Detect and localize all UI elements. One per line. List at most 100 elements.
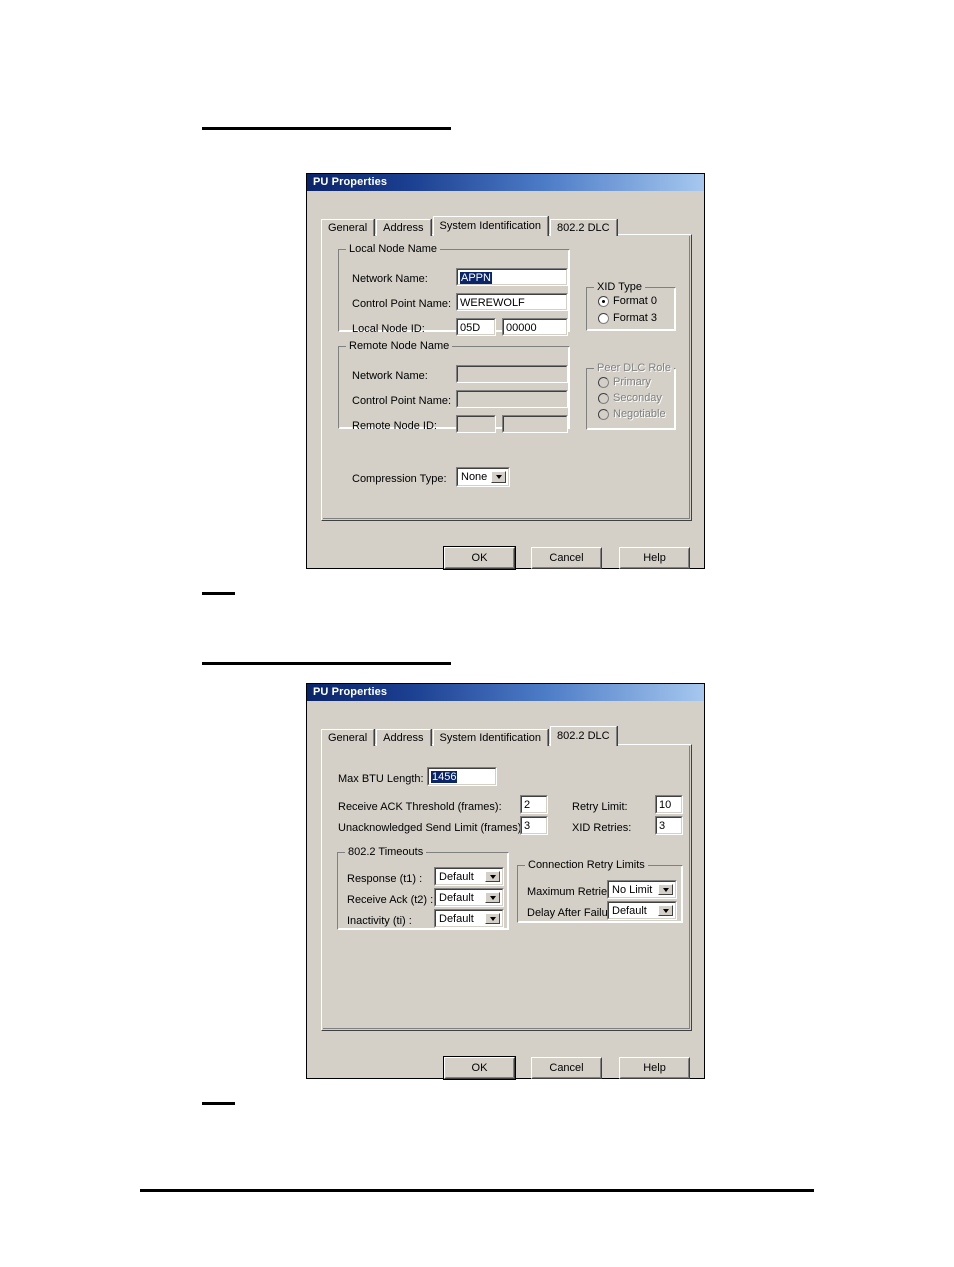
tabstrip: General Address System Identification 80… bbox=[321, 726, 619, 746]
titlebar: PU Properties bbox=[307, 684, 704, 701]
select-compression-type-value: None bbox=[461, 471, 488, 483]
select-maximum-retries-value: No Limit bbox=[612, 883, 653, 896]
page-rule-footer bbox=[140, 1189, 814, 1192]
tab-page-802-2-dlc: Max BTU Length: 1456 Receive ACK Thresho… bbox=[321, 744, 692, 1031]
radio-xid-format-0-label: Format 0 bbox=[613, 295, 658, 307]
pu-properties-dialog-system-identification: PU Properties General Address System Ide… bbox=[306, 173, 705, 570]
radio-xid-format-3[interactable]: Format 3 bbox=[598, 312, 657, 324]
cancel-button-label: Cancel bbox=[532, 1058, 601, 1078]
input-retry-limit[interactable]: 10 bbox=[655, 795, 683, 814]
help-button-label: Help bbox=[620, 548, 689, 568]
label-inactivity-ti: Inactivity (ti) : bbox=[347, 915, 412, 927]
input-receive-ack-threshold[interactable]: 2 bbox=[520, 795, 548, 814]
input-unacknowledged-send-limit[interactable]: 3 bbox=[520, 816, 548, 835]
tab-system-identification[interactable]: System Identification bbox=[432, 729, 548, 746]
select-inactivity-ti[interactable]: Default bbox=[434, 909, 504, 928]
input-remote-network-name-value bbox=[457, 366, 567, 382]
label-remote-control-point-name: Control Point Name: bbox=[352, 395, 452, 407]
input-xid-retries-value: 3 bbox=[656, 817, 682, 834]
tab-general[interactable]: General bbox=[321, 729, 375, 746]
chevron-down-icon[interactable] bbox=[491, 471, 506, 483]
input-remote-network-name[interactable] bbox=[456, 365, 568, 383]
ok-button-label: OK bbox=[445, 548, 514, 568]
group-xid-type-label: XID Type bbox=[594, 281, 646, 293]
radio-peer-dlc-secondary[interactable]: Seconday bbox=[598, 392, 662, 404]
select-delay-after-failure[interactable]: Default bbox=[607, 901, 677, 920]
tab-802-2-dlc[interactable]: 802.2 DLC bbox=[550, 219, 617, 236]
help-button-label: Help bbox=[620, 1058, 689, 1078]
select-receive-ack-t2[interactable]: Default bbox=[434, 888, 504, 907]
chevron-down-icon[interactable] bbox=[658, 905, 673, 916]
radio-peer-dlc-secondary-label: Seconday bbox=[613, 392, 662, 404]
radio-dot-icon bbox=[598, 312, 609, 324]
input-receive-ack-threshold-value: 2 bbox=[521, 796, 547, 813]
page-rule-caption-one bbox=[202, 592, 235, 595]
input-remote-node-id-block[interactable] bbox=[456, 415, 496, 433]
chevron-down-icon[interactable] bbox=[658, 884, 673, 895]
input-local-node-id-block-value: 05D bbox=[457, 319, 495, 335]
ok-button-label: OK bbox=[445, 1058, 514, 1078]
radio-peer-dlc-negotiable[interactable]: Negotiable bbox=[598, 408, 666, 420]
label-retry-limit: Retry Limit: bbox=[572, 801, 628, 813]
select-maximum-retries[interactable]: No Limit bbox=[607, 880, 677, 899]
page-rule-top bbox=[202, 127, 451, 130]
input-local-control-point-name[interactable]: WEREWOLF bbox=[456, 293, 568, 311]
input-retry-limit-value: 10 bbox=[656, 796, 682, 813]
page-rule-caption-two bbox=[202, 1102, 235, 1105]
tab-page-system-identification: Local Node Name Network Name: APPN Contr… bbox=[321, 234, 692, 521]
input-max-btu-length[interactable]: 1456 bbox=[427, 767, 497, 786]
label-max-btu-length: Max BTU Length: bbox=[338, 773, 424, 785]
label-local-node-id: Local Node ID: bbox=[352, 323, 425, 335]
radio-dot-icon bbox=[598, 392, 609, 404]
tab-general[interactable]: General bbox=[321, 219, 375, 236]
input-local-control-point-name-value: WEREWOLF bbox=[457, 294, 567, 310]
ok-button[interactable]: OK bbox=[443, 546, 516, 570]
label-response-t1: Response (t1) : bbox=[347, 873, 423, 885]
cancel-button[interactable]: Cancel bbox=[531, 1057, 602, 1079]
dialog-body: General Address System Identification 80… bbox=[307, 701, 704, 1080]
radio-peer-dlc-primary[interactable]: Primary bbox=[598, 376, 651, 388]
input-xid-retries[interactable]: 3 bbox=[655, 816, 683, 835]
label-unacknowledged-send-limit: Unacknowledged Send Limit (frames): bbox=[338, 822, 525, 834]
label-maximum-retries: Maximum Retries: bbox=[527, 886, 616, 898]
radio-dot-icon bbox=[598, 376, 609, 388]
select-response-t1[interactable]: Default bbox=[434, 867, 504, 886]
radio-dot-icon bbox=[598, 295, 609, 307]
select-compression-type[interactable]: None bbox=[456, 467, 510, 487]
tab-address[interactable]: Address bbox=[376, 219, 431, 236]
titlebar: PU Properties bbox=[307, 174, 704, 191]
page-rule-middle bbox=[202, 662, 451, 665]
label-local-control-point-name: Control Point Name: bbox=[352, 298, 452, 310]
group-xid-type: XID Type bbox=[586, 281, 676, 331]
input-unacknowledged-send-limit-value: 3 bbox=[521, 817, 547, 834]
input-remote-node-id-number[interactable] bbox=[502, 415, 568, 433]
cancel-button[interactable]: Cancel bbox=[531, 547, 602, 569]
radio-xid-format-0[interactable]: Format 0 bbox=[598, 295, 657, 307]
group-local-node-name-label: Local Node Name bbox=[346, 243, 441, 255]
radio-xid-format-3-label: Format 3 bbox=[613, 312, 658, 324]
help-button[interactable]: Help bbox=[619, 547, 690, 569]
input-local-network-name[interactable]: APPN bbox=[456, 268, 568, 286]
tabstrip: General Address System Identification 80… bbox=[321, 216, 619, 236]
input-remote-control-point-name-value bbox=[457, 391, 567, 407]
chevron-down-icon[interactable] bbox=[485, 871, 500, 882]
tab-system-identification[interactable]: System Identification bbox=[432, 216, 548, 236]
input-remote-control-point-name[interactable] bbox=[456, 390, 568, 408]
label-compression-type: Compression Type: bbox=[352, 473, 447, 485]
input-local-node-id-number[interactable]: 00000 bbox=[502, 318, 568, 336]
help-button[interactable]: Help bbox=[619, 1057, 690, 1079]
group-peer-dlc-role-label: Peer DLC Role bbox=[594, 362, 674, 374]
label-local-network-name: Network Name: bbox=[352, 273, 428, 285]
input-remote-node-id-block-value bbox=[457, 416, 495, 432]
select-response-t1-value: Default bbox=[439, 870, 474, 883]
label-remote-node-id: Remote Node ID: bbox=[352, 420, 437, 432]
tab-802-2-dlc[interactable]: 802.2 DLC bbox=[550, 726, 617, 746]
chevron-down-icon[interactable] bbox=[485, 913, 500, 924]
input-local-node-id-block[interactable]: 05D bbox=[456, 318, 496, 336]
ok-button[interactable]: OK bbox=[443, 1056, 516, 1080]
select-delay-after-failure-value: Default bbox=[612, 904, 647, 917]
tab-address[interactable]: Address bbox=[376, 729, 431, 746]
chevron-down-icon[interactable] bbox=[485, 892, 500, 903]
cancel-button-label: Cancel bbox=[532, 548, 601, 568]
input-max-btu-length-value: 1456 bbox=[431, 771, 458, 783]
